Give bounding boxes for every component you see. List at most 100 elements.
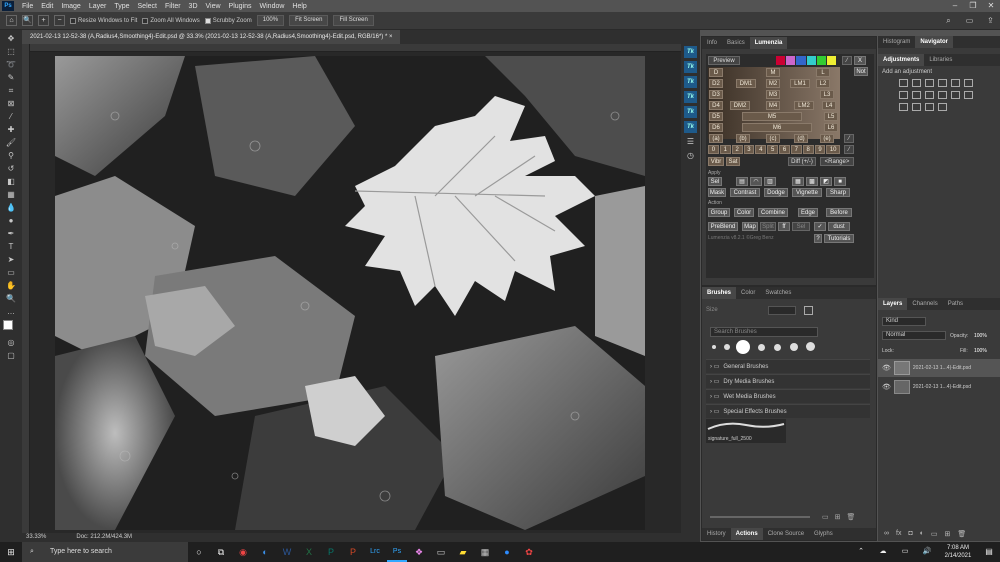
layer-row-2[interactable]: 👁 2021-02-13 1...4)-Edit.psd xyxy=(878,378,1000,396)
btn-m5[interactable]: M5 xyxy=(742,112,802,121)
document-image[interactable] xyxy=(55,56,645,530)
edge-button[interactable]: Edge xyxy=(798,208,818,217)
btn-num-0[interactable]: 0 xyxy=(708,145,719,154)
dodge-button[interactable]: Dodge xyxy=(764,188,788,197)
menu-file[interactable]: File xyxy=(18,3,37,10)
tab-info[interactable]: Info xyxy=(702,37,722,49)
eraser-tool-icon[interactable]: ◧ xyxy=(3,175,19,188)
menu-filter[interactable]: Filter xyxy=(161,3,185,10)
eyedropper-icon-3[interactable]: ⁄ xyxy=(844,145,854,154)
maximize-icon[interactable]: ❐ xyxy=(964,0,982,12)
lightroom-icon[interactable]: Lrc xyxy=(365,542,385,562)
diff-button[interactable]: Diff (+/-) xyxy=(788,157,816,166)
tab-paths[interactable]: Paths xyxy=(943,298,968,310)
rectangle-tool-icon[interactable]: ▭ xyxy=(3,266,19,279)
onedrive-icon[interactable]: ☁ xyxy=(873,542,893,562)
close-x-button[interactable]: X xyxy=(854,56,866,65)
btn-num-2[interactable]: 2 xyxy=(731,145,743,154)
pattern-icon-button[interactable]: ▩ xyxy=(806,177,818,186)
more-tools-icon[interactable]: … xyxy=(3,305,19,318)
btn-m3[interactable]: M3 xyxy=(766,90,780,99)
size-field[interactable] xyxy=(768,306,796,315)
tk-plugin-icon-2[interactable]: Tk xyxy=(684,61,697,73)
color-button[interactable]: Color xyxy=(734,208,754,217)
doc-size[interactable]: Doc: 212.2M/424.3M xyxy=(76,533,132,542)
volume-icon[interactable]: 🔊 xyxy=(917,542,937,562)
split-button[interactable]: Split xyxy=(760,222,776,231)
cortana-icon[interactable]: ○ xyxy=(189,542,209,562)
fit-screen-button[interactable]: Fit Screen xyxy=(289,15,329,26)
tray-chevron-icon[interactable]: ⌃ xyxy=(851,542,871,562)
group-button[interactable]: Group xyxy=(708,208,730,217)
fill-icon-button[interactable]: ■ xyxy=(834,177,846,186)
menu-type[interactable]: Type xyxy=(110,3,133,10)
btn-zone-c[interactable]: (c) xyxy=(766,134,780,143)
brush-tip-6[interactable] xyxy=(790,343,798,351)
tab-actions[interactable]: Actions xyxy=(730,528,763,540)
btn-zone-e[interactable]: (e) xyxy=(820,134,834,143)
tk-plugin-icon-4[interactable]: Tk xyxy=(684,91,697,103)
btn-zone-a[interactable]: (a) xyxy=(709,134,723,143)
btn-d5[interactable]: D5 xyxy=(709,112,723,121)
taskbar-search[interactable]: ⌕ Type here to search xyxy=(22,542,188,562)
menu-help[interactable]: Help xyxy=(288,3,310,10)
word-icon[interactable]: W xyxy=(277,542,297,562)
windows-start-icon[interactable]: ⊞ xyxy=(1,542,21,562)
sel-disabled-button[interactable]: Sel xyxy=(792,222,810,231)
selective-color-icon[interactable] xyxy=(938,103,947,111)
layer-filter-kind[interactable]: Kind xyxy=(882,317,926,326)
blend-mode-select[interactable]: Normal xyxy=(882,331,946,340)
red-chip[interactable] xyxy=(776,56,786,65)
folder-wet-media-brushes[interactable]: › ▭ Wet Media Brushes xyxy=(706,389,870,403)
workspace-icon[interactable]: ▭ xyxy=(963,15,976,26)
folder-general-brushes[interactable]: › ▭ General Brushes xyxy=(706,359,870,373)
folder-special-effects-brushes[interactable]: › ▭ Special Effects Brushes xyxy=(706,404,870,418)
menu-plugins[interactable]: Plugins xyxy=(225,3,256,10)
acrobat-icon[interactable]: ✿ xyxy=(519,542,539,562)
btn-l[interactable]: L xyxy=(816,68,830,77)
tutorials-button[interactable]: Tutorials xyxy=(824,234,854,243)
menu-3d[interactable]: 3D xyxy=(185,3,202,10)
invert-icon[interactable] xyxy=(964,91,973,99)
mask-button[interactable]: Mask xyxy=(708,188,726,197)
tab-layers[interactable]: Layers xyxy=(878,298,908,310)
sat-button[interactable]: Sat xyxy=(726,157,740,166)
zoom-tool-icon[interactable]: 🔍 xyxy=(3,292,19,305)
btn-num-3[interactable]: 3 xyxy=(743,145,755,154)
tab-close-icon[interactable]: × xyxy=(389,34,393,40)
foreground-color-icon[interactable] xyxy=(3,320,13,330)
blue-chip[interactable] xyxy=(796,56,806,65)
help-button[interactable]: ? xyxy=(814,234,822,243)
channel-mixer-icon[interactable] xyxy=(938,91,947,99)
history-icon[interactable]: ◷ xyxy=(684,150,697,161)
btn-lm1[interactable]: LM1 xyxy=(790,79,810,88)
btn-m[interactable]: M xyxy=(766,68,780,77)
mask-icon[interactable]: ◘ xyxy=(908,530,912,538)
tk-plugin-icon-6[interactable]: Tk xyxy=(684,121,697,133)
combine-button[interactable]: Combine xyxy=(758,208,788,217)
tab-channels[interactable]: Channels xyxy=(907,298,942,310)
gradient-tool-icon[interactable]: ▦ xyxy=(3,188,19,201)
blend-icon-button[interactable]: ▥ xyxy=(764,177,776,186)
tab-color[interactable]: Color xyxy=(736,287,760,299)
overlay-icon-button[interactable]: ◩ xyxy=(820,177,832,186)
tab-adjustments[interactable]: Adjustments xyxy=(878,54,925,66)
not-button[interactable]: Not xyxy=(854,67,868,76)
preview-dropdown[interactable]: Preview xyxy=(708,56,740,65)
black-white-icon[interactable] xyxy=(912,91,921,99)
btn-d6[interactable]: D6 xyxy=(709,123,723,132)
new-brush-icon[interactable] xyxy=(804,306,813,315)
btn-num-9[interactable]: 9 xyxy=(814,145,826,154)
menu-window[interactable]: Window xyxy=(256,3,289,10)
posterize-icon[interactable] xyxy=(899,103,908,111)
crop-tool-icon[interactable]: ⌗ xyxy=(3,84,19,97)
trash-icon[interactable]: 🗑 xyxy=(847,513,856,521)
tab-navigator[interactable]: Navigator xyxy=(915,36,954,48)
tab-brushes[interactable]: Brushes xyxy=(702,287,737,299)
color-swatches[interactable] xyxy=(3,320,19,336)
zoom-100-button[interactable]: 100% xyxy=(256,15,285,26)
menu-view[interactable]: View xyxy=(202,3,225,10)
fill-screen-button[interactable]: Fill Screen xyxy=(333,15,374,26)
btn-l4[interactable]: L4 xyxy=(822,101,836,110)
btn-num-6[interactable]: 6 xyxy=(779,145,790,154)
